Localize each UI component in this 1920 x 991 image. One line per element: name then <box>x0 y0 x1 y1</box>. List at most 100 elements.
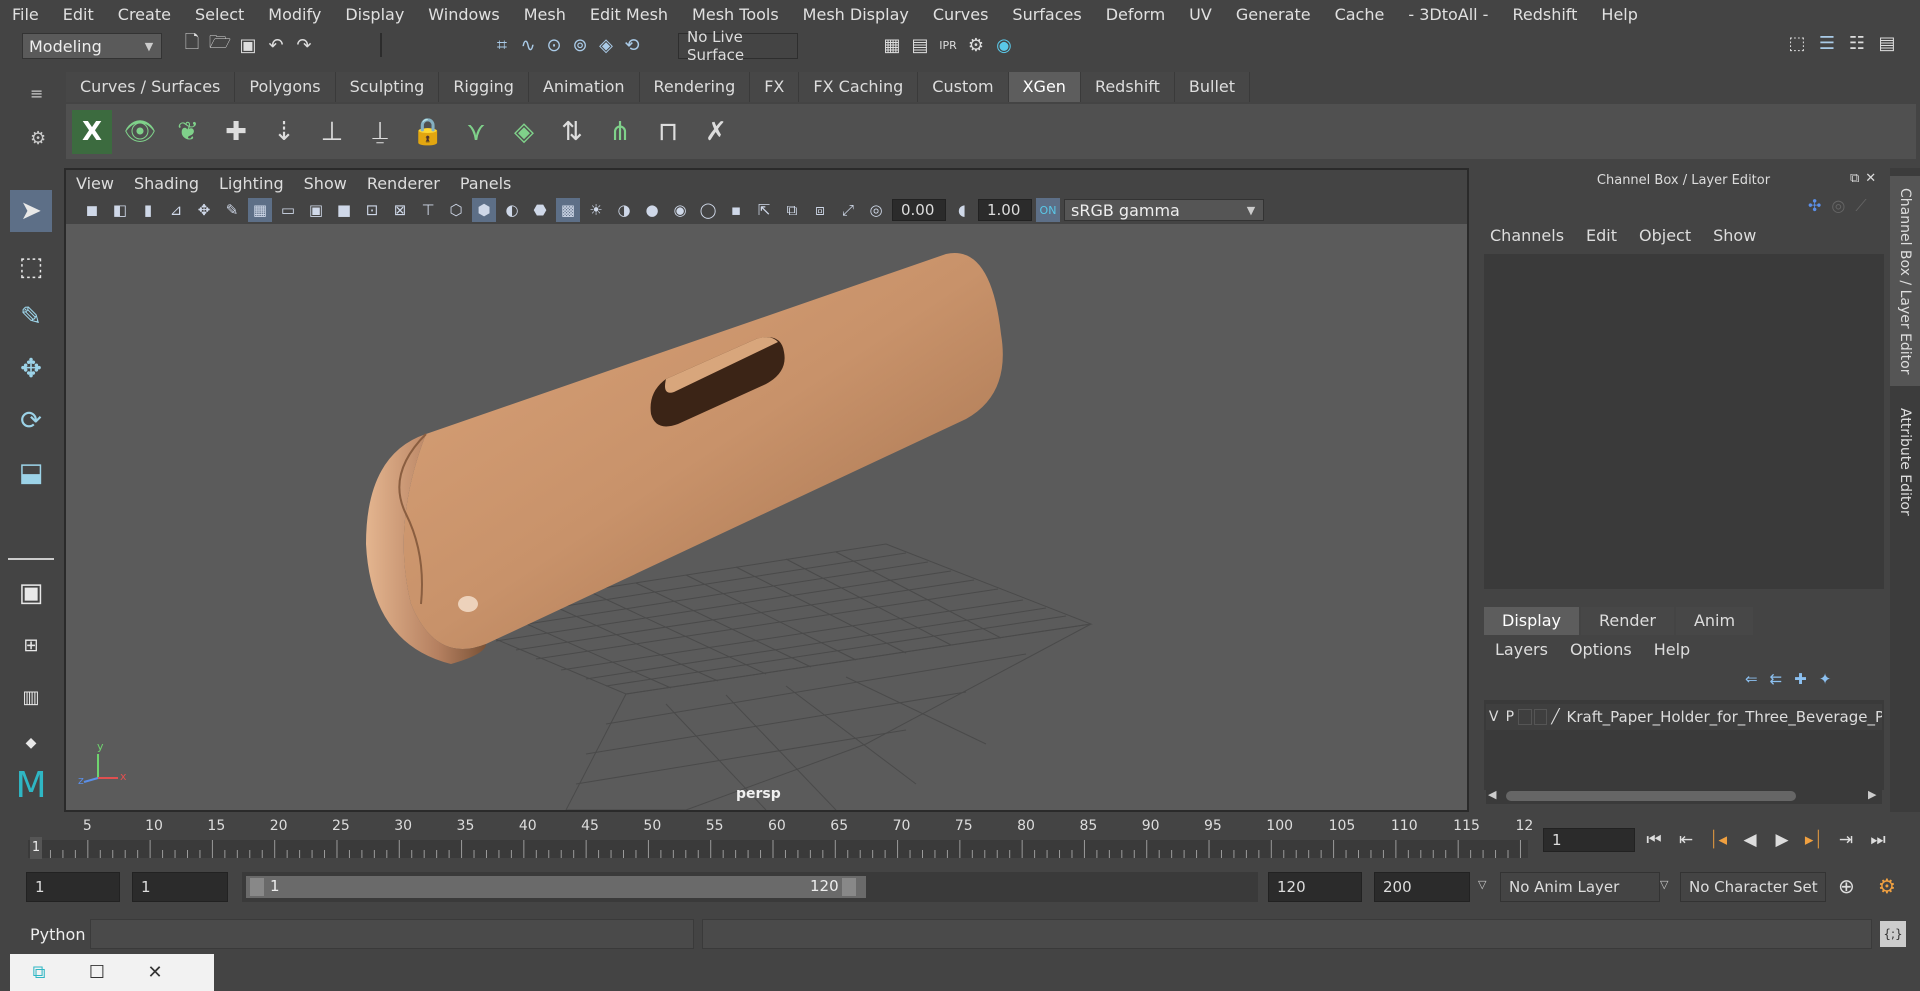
shelf-tab-xgen[interactable]: XGen <box>1008 72 1081 102</box>
field-chart-icon[interactable]: ⊡ <box>360 198 384 222</box>
shelf-tab-rendering[interactable]: Rendering <box>639 72 751 102</box>
snap-view-icon[interactable]: ⊚ <box>568 33 592 57</box>
xgen-guides-icon[interactable]: ⋎ <box>456 110 496 154</box>
shelf-tab-fx-caching[interactable]: FX Caching <box>799 72 919 102</box>
layer-name[interactable]: Kraft_Paper_Holder_for_Three_Beverage_Pl… <box>1567 708 1882 726</box>
menu-windows[interactable]: Windows <box>428 5 499 24</box>
save-scene-icon[interactable]: ▣ <box>236 33 260 57</box>
viewport-menu-panels[interactable]: Panels <box>460 174 512 193</box>
xgen-add-guide-icon[interactable]: ✚ <box>216 110 256 154</box>
shelf-tab-fx[interactable]: FX <box>750 72 800 102</box>
render-frame-icon[interactable]: ▤ <box>908 33 932 57</box>
film-gate-icon[interactable]: ▭ <box>276 198 300 222</box>
menu-edit-mesh[interactable]: Edit Mesh <box>590 5 668 24</box>
options-menu[interactable]: Options <box>1570 640 1632 659</box>
four-view-layout-icon[interactable]: ⊞ <box>10 624 52 666</box>
depth-of-field-icon[interactable]: ▪ <box>724 198 748 222</box>
move-layer-up-icon[interactable]: ⇐ <box>1745 670 1758 688</box>
shadows-icon[interactable]: ◑ <box>612 198 636 222</box>
play-backward-icon[interactable]: ◀ <box>1736 826 1764 854</box>
menu-curves[interactable]: Curves <box>933 5 989 24</box>
channels-menu[interactable]: Channels <box>1490 226 1564 245</box>
xgen-editor-icon[interactable]: X <box>72 109 112 154</box>
xgen-region-icon[interactable]: ◈ <box>504 110 544 154</box>
menu-mesh-tools[interactable]: Mesh Tools <box>692 5 779 24</box>
render-settings-icon[interactable]: ⚙ <box>964 33 988 57</box>
scroll-right-icon[interactable]: ▶ <box>1868 788 1876 801</box>
restore-window-icon[interactable]: ⧉ <box>10 962 68 983</box>
camera-attr-icon[interactable]: ◧ <box>108 198 132 222</box>
rotate-tool-icon[interactable]: ⟳ <box>10 400 52 442</box>
ipr-render-icon[interactable]: IPR <box>936 33 960 57</box>
current-frame-field[interactable]: 1 <box>1543 828 1635 852</box>
viewport-menu-show[interactable]: Show <box>304 174 347 193</box>
isolate-select-icon[interactable]: ⇱ <box>752 198 776 222</box>
shelf-tab-custom[interactable]: Custom <box>918 72 1009 102</box>
help-menu[interactable]: Help <box>1654 640 1690 659</box>
chevron-down-icon[interactable]: ▽ <box>1660 878 1668 891</box>
move-tool-icon[interactable]: ✥ <box>10 348 52 390</box>
playback-end-field[interactable]: 120 <box>1268 872 1362 902</box>
bookmark-icon[interactable]: ▮ <box>136 198 160 222</box>
color-management-icon[interactable]: ON <box>1036 198 1060 222</box>
wireframe-on-shaded-icon[interactable]: ⬣ <box>528 198 552 222</box>
smooth-shade-icon[interactable]: ⬢ <box>472 198 496 222</box>
menu-3dtoall[interactable]: - 3DtoAll - <box>1408 5 1488 24</box>
snap-point-icon[interactable]: ⊙ <box>542 33 566 57</box>
camera-icon[interactable]: ◼ <box>80 198 104 222</box>
xgen-bend-icon[interactable]: ⇅ <box>552 110 592 154</box>
side-tab-channel-box[interactable]: Channel Box / Layer Editor <box>1890 176 1920 386</box>
safe-title-icon[interactable]: ⊤ <box>416 198 440 222</box>
layer-scrollbar[interactable]: ◀ ▶ <box>1486 788 1882 804</box>
motion-blur-icon[interactable]: ◉ <box>668 198 692 222</box>
paint-select-tool-icon[interactable]: ✎ <box>10 296 52 338</box>
side-tab-attribute-editor[interactable]: Attribute Editor <box>1890 392 1920 532</box>
shelf-tab-curves-surfaces[interactable]: Curves / Surfaces <box>66 72 236 102</box>
new-layer-icon[interactable]: ✚ <box>1794 670 1807 688</box>
anti-aliasing-icon[interactable]: ◯ <box>696 198 720 222</box>
playback-start-field[interactable]: 1 <box>132 872 228 902</box>
menu-edit[interactable]: Edit <box>63 5 94 24</box>
menu-redshift[interactable]: Redshift <box>1512 5 1577 24</box>
step-back-frame-icon[interactable]: ⏐◂ <box>1704 826 1732 854</box>
grid-icon[interactable]: ▦ <box>248 198 272 222</box>
chevron-down-icon[interactable]: ▽ <box>1478 878 1486 891</box>
scroll-left-icon[interactable]: ◀ <box>1488 788 1496 801</box>
ambient-occlusion-icon[interactable]: ● <box>640 198 664 222</box>
shelf-tab-polygons[interactable]: Polygons <box>235 72 336 102</box>
xgen-comb-icon[interactable]: ⋔ <box>600 110 640 154</box>
time-slider-track[interactable] <box>28 840 1528 858</box>
single-perspective-layout-icon[interactable]: ▣ <box>10 572 52 614</box>
select-tool-icon[interactable]: ➤ <box>10 190 52 232</box>
image-plane-icon[interactable]: ⊿ <box>164 198 188 222</box>
new-layer-selected-icon[interactable]: ✦ <box>1819 670 1832 688</box>
color-space-dropdown[interactable]: sRGB gamma ▼ <box>1064 199 1264 221</box>
snap-grid-icon[interactable]: ⌗ <box>490 33 514 57</box>
redo-icon[interactable]: ↷ <box>292 33 316 57</box>
toggle-layers-icon[interactable]: ▤ <box>1875 31 1899 55</box>
use-lights-icon[interactable]: ☀ <box>584 198 608 222</box>
resolution-gate-icon[interactable]: ▣ <box>304 198 328 222</box>
xgen-lock-guide-icon[interactable]: 🔒 <box>408 110 448 154</box>
range-slider[interactable]: 1 120 <box>242 872 1258 902</box>
float-panel-icon[interactable]: ⧉ <box>1850 171 1859 186</box>
viewport-menu-renderer[interactable]: Renderer <box>367 174 440 193</box>
workspace-icon[interactable]: ⬚ <box>1785 31 1809 55</box>
wireframe-icon[interactable]: ⬡ <box>444 198 468 222</box>
safe-action-icon[interactable]: ⊠ <box>388 198 412 222</box>
textured-icon[interactable]: ▩ <box>556 198 580 222</box>
pan-zoom-icon[interactable]: ✥ <box>192 198 216 222</box>
xray-icon[interactable]: ⧉ <box>780 198 804 222</box>
layer-row[interactable]: V P ╱ Kraft_Paper_Holder_for_Three_Bever… <box>1486 704 1882 730</box>
animation-prefs-icon[interactable]: ⚙ <box>1878 874 1896 898</box>
xgen-length-icon[interactable]: ⊓ <box>648 110 688 154</box>
lasso-tool-icon[interactable]: ⬚ <box>10 246 52 288</box>
shelf-settings-icon[interactable]: ⚙ <box>30 128 46 149</box>
hyperbolic-icon[interactable]: ⟋ <box>1855 196 1866 216</box>
menu-modify[interactable]: Modify <box>268 5 321 24</box>
default-material-icon[interactable]: ◐ <box>500 198 524 222</box>
viewport-menu-lighting[interactable]: Lighting <box>219 174 284 193</box>
menu-display[interactable]: Display <box>345 5 404 24</box>
layer-tab-render[interactable]: Render <box>1580 607 1674 635</box>
xgen-sculpt-guide-icon[interactable]: ⍊ <box>360 110 400 154</box>
